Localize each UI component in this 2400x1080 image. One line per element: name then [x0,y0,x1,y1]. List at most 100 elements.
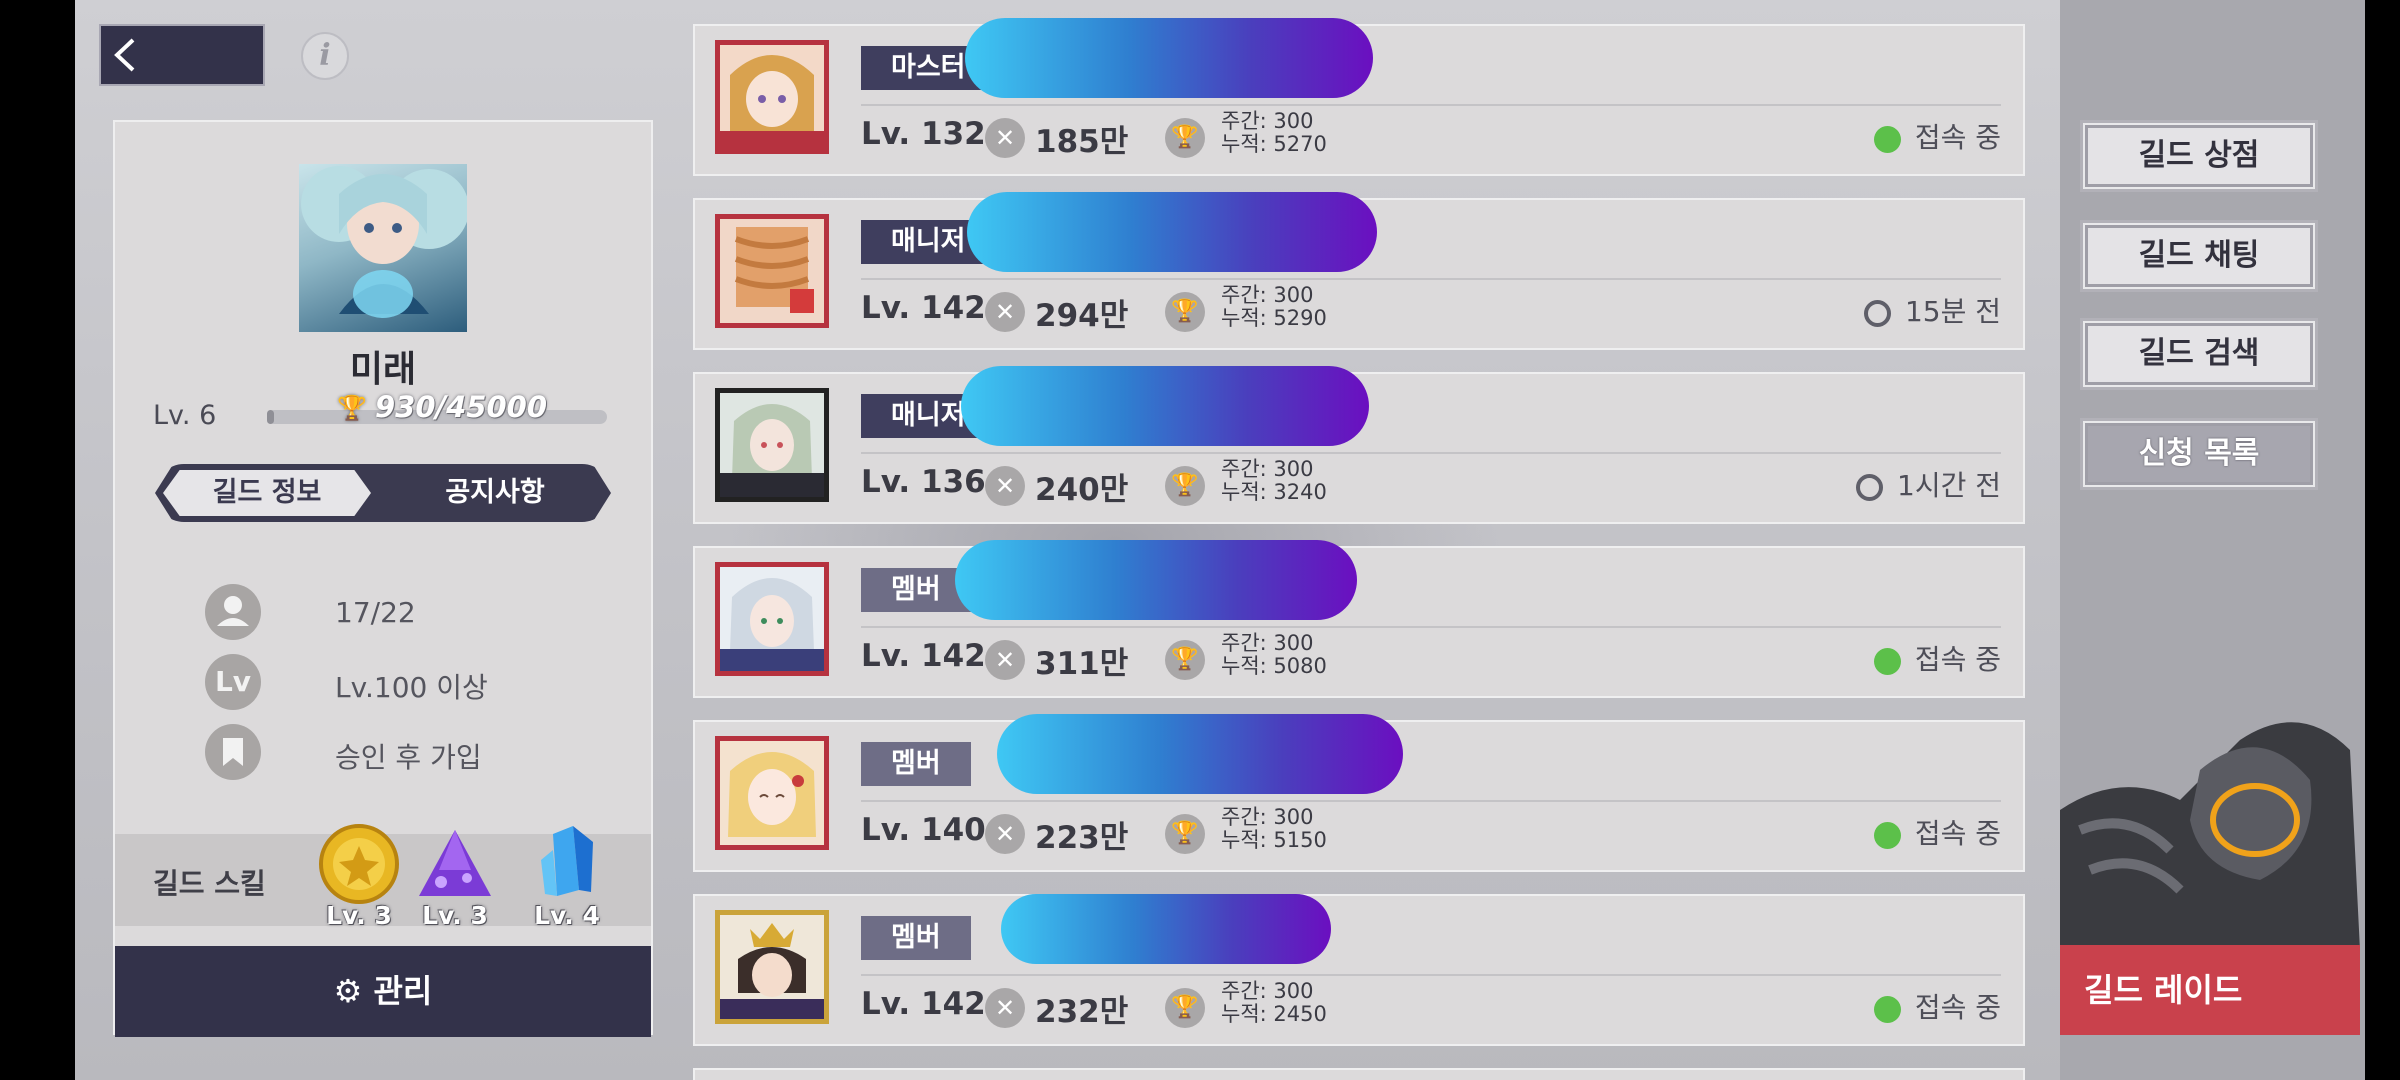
member-power: 311만 [1035,646,1129,682]
member-level: Lv. 142 [861,986,986,1022]
guild-screen: i 미래 Lv. 6 🏆 930/45000 길드 정보 공지사항 17/22 … [75,0,2365,1080]
member-card[interactable]: 매니저 Lv. 136 ✕ 240만 🏆 주간: 300 누적: 3240 1시… [693,366,2025,524]
gold-coin-icon [319,824,399,904]
member-card[interactable]: 멤버 Lv. 140 ✕ 223만 🏆 주간: 300 누적: 5150 접속 … [693,714,2025,872]
raid-boss-art [2060,660,2365,950]
member-avatar[interactable] [715,910,829,1024]
member-card[interactable]: 마스터 Lv. 132 ✕ 185만 🏆 주간: 300 누적: 5270 접속… [693,18,2025,176]
info-icon[interactable]: i [301,32,349,80]
crossed-swords-icon: ✕ [985,640,1025,680]
skill-level: Lv. 3 [422,901,488,930]
trophy-icon: 🏆 [1165,988,1205,1028]
blue-crystal-icon [541,826,593,896]
online-dot-icon [1873,647,1901,675]
online-dot-icon [1873,995,1901,1023]
member-role: 멤버 [861,742,971,786]
divider [861,452,2001,454]
crossed-swords-icon: ✕ [985,814,1025,854]
member-total: 누적: 2450 [1221,1002,1327,1026]
member-power: 232만 [1035,994,1129,1030]
application-list-button[interactable]: 신청 목록 [2080,418,2318,490]
level-requirement: Lv.100 이상 [335,671,488,704]
divider [861,278,2001,280]
member-weekly: 주간: 300 [1221,979,1314,1003]
redacted-name [1001,894,1331,964]
member-card[interactable]: 멤버 Lv. 142 ✕ 311만 🏆 주간: 300 누적: 5080 접속 … [693,540,2025,698]
tab-guild-info[interactable]: 길드 정보 [163,470,371,516]
skill-purple[interactable]: Lv. 3 [411,820,499,930]
trophy-icon: 🏆 [1165,292,1205,332]
bookmark-icon [205,724,261,780]
right-menu: 길드 상점 길드 채팅 길드 검색 신청 목록 길드 레이드 [2060,0,2365,1080]
trophy-icon: 🏆 [1165,466,1205,506]
guild-skills-label: 길드 스킬 [153,867,266,900]
member-weekly: 주간: 300 [1221,631,1314,655]
member-status: 접속 중 [1873,640,2001,680]
member-list[interactable]: 마스터 Lv. 132 ✕ 185만 🏆 주간: 300 누적: 5270 접속… [693,18,2025,1080]
divider [861,626,2001,628]
manage-label: 관리 [373,972,433,1010]
member-power: 185만 [1035,124,1129,160]
manage-button[interactable]: ⚙ 관리 [115,946,651,1037]
guild-search-button[interactable]: 길드 검색 [2080,318,2318,390]
guild-emblem [299,164,467,332]
member-role: 멤버 [861,916,971,960]
member-avatar[interactable] [715,214,829,328]
skill-level: Lv. 3 [326,901,392,930]
member-count: 17/22 [335,596,416,629]
guild-shop-button[interactable]: 길드 상점 [2080,120,2318,192]
member-status-text: 접속 중 [1914,817,2001,850]
redacted-name [997,714,1403,794]
guild-raid-button[interactable]: 길드 레이드 [2060,945,2360,1035]
member-avatar[interactable] [715,562,829,676]
guild-xp-text: 930/45000 [375,390,548,424]
member-power: 240만 [1035,472,1129,508]
member-role: 멤버 [861,568,971,612]
trophy-icon: 🏆 [1165,118,1205,158]
member-status: 1시간 전 [1856,466,2001,506]
tab-notice[interactable]: 공지사항 [385,470,605,516]
member-level: Lv. 136 [861,464,986,500]
guild-info-panel: 미래 Lv. 6 🏆 930/45000 길드 정보 공지사항 17/22 Lv… [113,120,653,1037]
guild-level: Lv. 6 [153,400,217,431]
member-weekly: 주간: 300 [1221,457,1314,481]
guild-name: 미래 [349,349,417,390]
crossed-swords-icon: ✕ [985,118,1025,158]
member-card[interactable]: 매니저 Lv. 142 ✕ 294만 🏆 주간: 300 누적: 5290 15… [693,192,2025,350]
skill-blue[interactable]: Lv. 4 [523,820,611,930]
member-avatar[interactable] [715,40,829,154]
person-icon [205,584,261,640]
member-avatar[interactable] [715,736,829,850]
crossed-swords-icon: ✕ [985,466,1025,506]
back-chevron-icon [114,38,135,72]
skill-gold[interactable]: Lv. 3 [315,820,403,930]
guild-skills: 길드 스킬 Lv. 3 Lv. 3 Lv. 4 [115,824,651,930]
member-status-text: 1시간 전 [1897,469,2001,502]
redacted-name [961,366,1369,446]
online-dot-icon [1873,821,1901,849]
divider [861,104,2001,106]
member-status-text: 접속 중 [1914,991,2001,1024]
back-button[interactable] [99,24,265,86]
guild-chat-button[interactable]: 길드 채팅 [2080,220,2318,292]
offline-dot-icon [1856,473,1883,501]
member-status-text: 접속 중 [1914,643,2001,676]
redacted-name [967,192,1377,272]
member-avatar[interactable] [715,388,829,502]
member-card-partial[interactable] [693,1068,2025,1080]
crossed-swords-icon: ✕ [985,292,1025,332]
level-icon: Lv [205,654,261,710]
skill-level: Lv. 4 [534,901,600,930]
redacted-name [955,540,1357,620]
divider [861,974,2001,976]
member-status: 접속 중 [1873,118,2001,158]
member-status-text: 15분 전 [1904,295,2001,328]
join-type: 승인 후 가입 [335,741,482,774]
member-level: Lv. 132 [861,116,986,152]
member-card[interactable]: 멤버 Lv. 142 ✕ 232만 🏆 주간: 300 누적: 2450 접속 … [693,894,2025,1046]
redacted-name [965,18,1373,98]
member-level: Lv. 140 [861,812,986,848]
trophy-icon: 🏆 [337,394,367,422]
member-total: 누적: 5150 [1221,828,1327,852]
member-total: 누적: 5270 [1221,132,1327,156]
